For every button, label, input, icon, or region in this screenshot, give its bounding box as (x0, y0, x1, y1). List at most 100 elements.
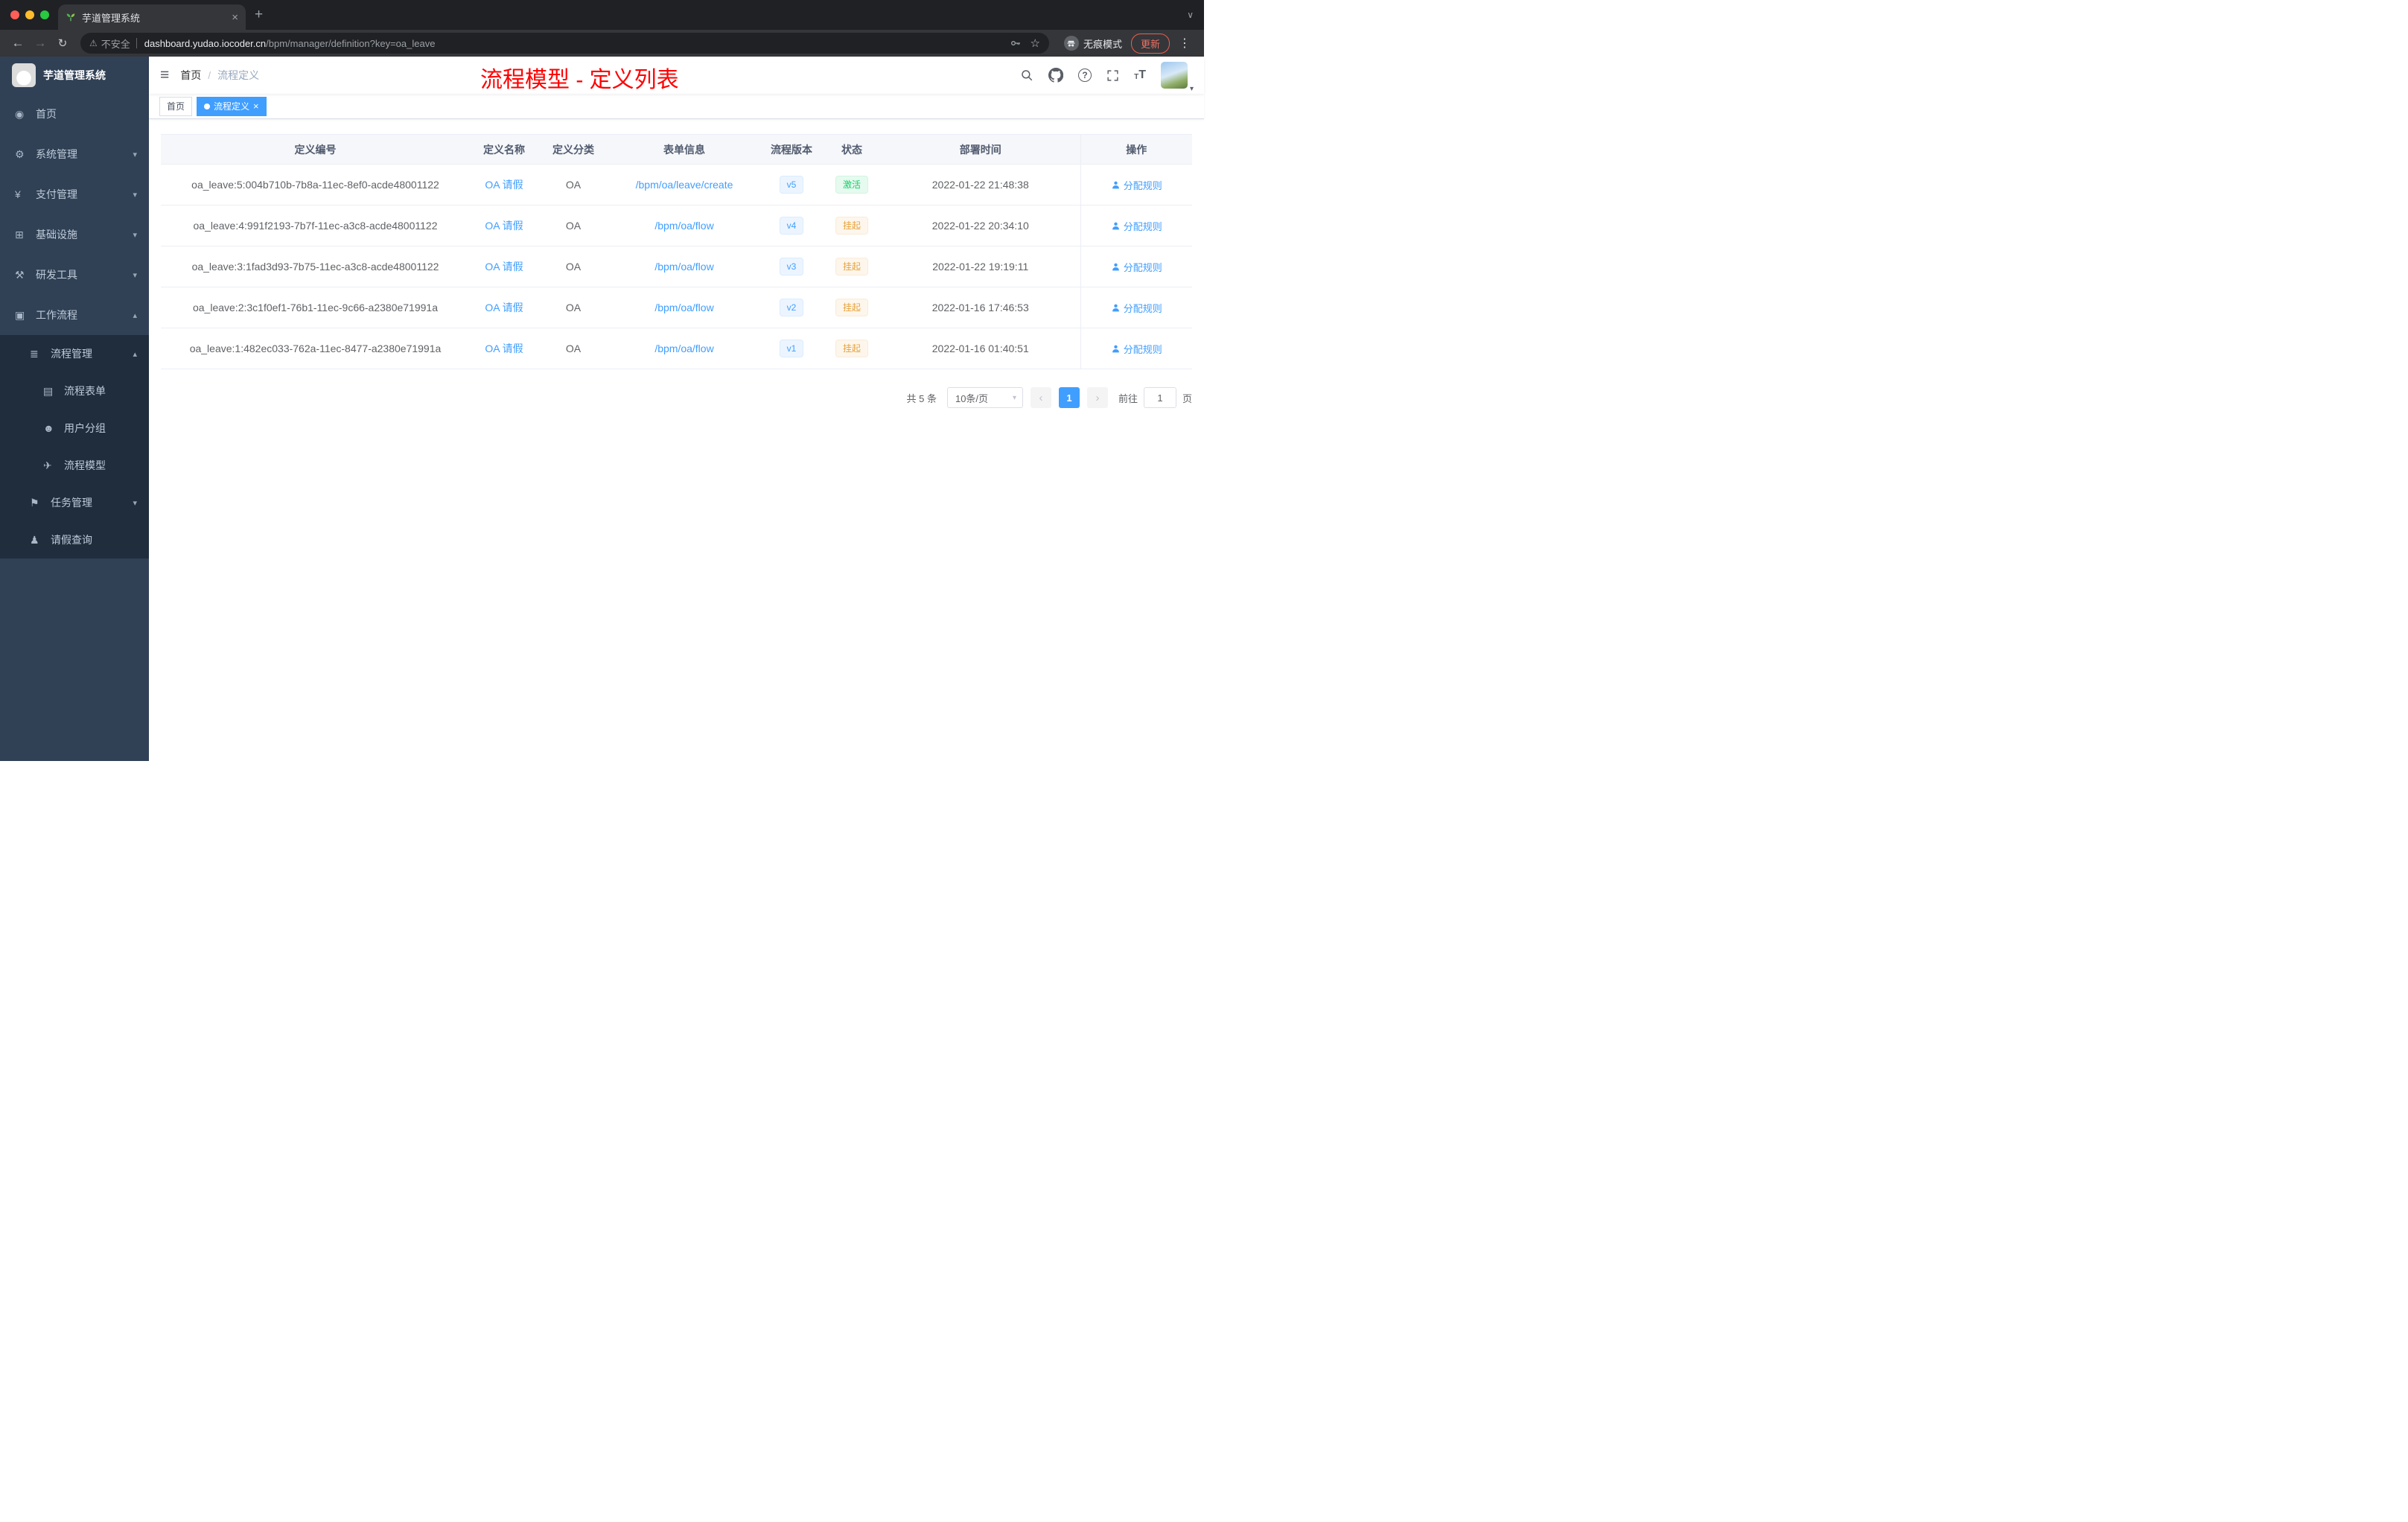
sidebar-item-system-management[interactable]: ⚙ 系统管理 ▾ (0, 134, 149, 174)
assign-rule-link[interactable]: 分配规则 (1111, 342, 1162, 356)
bookmark-star-icon[interactable]: ☆ (1031, 36, 1040, 50)
sidebar-item-label: 任务管理 (51, 497, 92, 509)
url-host: dashboard.yudao.iocoder.cn (144, 37, 267, 49)
definition-table: 定义编号 定义名称 定义分类 表单信息 流程版本 状态 部署时间 操作 oa_l… (161, 134, 1192, 369)
sidebar-item-process-model[interactable]: ✈ 流程模型 (0, 447, 149, 484)
cell-form-info: /bpm/oa/flow (608, 205, 760, 246)
gear-icon: ⚙ (15, 147, 25, 160)
assign-rule-link[interactable]: 分配规则 (1111, 260, 1162, 274)
page-number-button[interactable]: 1 (1058, 387, 1080, 408)
sidebar-item-task-management[interactable]: ⚑ 任务管理 ▾ (0, 484, 149, 521)
chevron-icon: ▾ (133, 230, 137, 240)
sidebar-item-leave-query[interactable]: ♟ 请假查询 (0, 521, 149, 558)
chevron-down-icon: ▾ (1012, 393, 1016, 402)
col-version: 流程版本 (760, 134, 823, 165)
version-badge: v2 (779, 299, 804, 316)
tab-favicon-icon (66, 12, 76, 22)
next-page-button[interactable]: › (1086, 387, 1108, 408)
cell-status: 挂起 (823, 205, 881, 246)
github-icon[interactable] (1048, 68, 1064, 83)
definition-name-link[interactable]: OA 请假 (485, 179, 523, 191)
assign-rule-link[interactable]: 分配规则 (1111, 178, 1162, 192)
tag-current-label: 流程定义 (214, 101, 250, 112)
tab-close-icon[interactable]: × (232, 11, 238, 24)
minimize-window-button[interactable] (25, 10, 34, 19)
status-badge: 激活 (835, 176, 868, 194)
chevron-icon: ▾ (133, 150, 137, 159)
cell-status: 挂起 (823, 328, 881, 369)
sidebar-item-process-form[interactable]: ▤ 流程表单 (0, 372, 149, 410)
assign-rule-link[interactable]: 分配规则 (1111, 219, 1162, 233)
update-browser-button[interactable]: 更新 (1130, 33, 1170, 54)
cell-actions: 分配规则 (1080, 205, 1192, 246)
password-key-icon[interactable] (1010, 37, 1022, 49)
forward-button[interactable]: → (30, 33, 51, 54)
goto-page-input[interactable] (1143, 387, 1176, 408)
sidebar-item-workflow[interactable]: ▣ 工作流程 ▴ (0, 295, 149, 335)
cell-actions: 分配规则 (1080, 287, 1192, 328)
prev-page-button[interactable]: ‹ (1030, 387, 1051, 408)
col-form-info: 表单信息 (608, 134, 760, 165)
chevron-icon: ▴ (133, 311, 137, 320)
app-title: 芋道管理系统 (43, 69, 106, 81)
sidebar-item-label: 请假查询 (51, 534, 92, 546)
version-badge: v5 (779, 176, 804, 194)
cell-actions: 分配规则 (1080, 328, 1192, 369)
tag-close-icon[interactable]: × (253, 101, 259, 112)
sidebar-item-process-management[interactable]: ≣ 流程管理 ▴ (0, 335, 149, 372)
form-info-link[interactable]: /bpm/oa/flow (654, 343, 713, 354)
page-size-select[interactable]: 10条/页 ▾ (946, 387, 1023, 408)
sidebar-item-dev-tools[interactable]: ⚒ 研发工具 ▾ (0, 255, 149, 295)
sidebar-item-payment-management[interactable]: ¥ 支付管理 ▾ (0, 174, 149, 214)
form-info-link[interactable]: /bpm/oa/flow (654, 302, 713, 313)
sidebar-item-home[interactable]: ◉ 首页 (0, 94, 149, 134)
close-window-button[interactable] (10, 10, 19, 19)
table-row: oa_leave:2:3c1f0ef1-76b1-11ec-9c66-a2380… (161, 287, 1192, 328)
search-icon[interactable] (1020, 69, 1033, 82)
status-badge: 挂起 (835, 258, 868, 276)
cell-form-info: /bpm/oa/leave/create (608, 164, 760, 206)
zoom-window-button[interactable] (40, 10, 49, 19)
sidebar-item-infrastructure[interactable]: ⊞ 基础设施 ▾ (0, 214, 149, 255)
breadcrumb-home[interactable]: 首页 (180, 68, 201, 83)
status-badge: 挂起 (835, 340, 868, 357)
definition-name-link[interactable]: OA 请假 (485, 343, 523, 354)
cell-status: 激活 (823, 164, 881, 206)
cell-actions: 分配规则 (1080, 164, 1192, 206)
help-icon[interactable]: ? (1078, 69, 1092, 82)
tag-home[interactable]: 首页 (159, 96, 193, 116)
definition-name-link[interactable]: OA 请假 (485, 220, 523, 232)
sidebar: 芋道管理系统 ◉ 首页 ⚙ 系统管理 ▾ ¥ 支付管理 ▾ ⊞ 基础设施 ▾ ⚒… (0, 57, 149, 761)
definition-name-link[interactable]: OA 请假 (485, 261, 523, 273)
assign-rule-link[interactable]: 分配规则 (1111, 301, 1162, 315)
user-icon (1112, 345, 1119, 352)
cell-definition-id: oa_leave:1:482ec033-762a-11ec-8477-a2380… (161, 328, 470, 369)
fullscreen-icon[interactable] (1106, 69, 1119, 82)
tab-search-chevron-icon[interactable]: ∨ (1176, 10, 1204, 20)
tags-view: 首页 流程定义 × (149, 94, 1204, 119)
new-tab-button[interactable]: + (246, 7, 272, 23)
tag-process-definition[interactable]: 流程定义 × (197, 96, 267, 116)
user-avatar[interactable]: ▾ (1160, 62, 1194, 93)
back-button[interactable]: ← (7, 33, 28, 54)
avatar-caret-icon: ▾ (1189, 85, 1194, 93)
form-info-link[interactable]: /bpm/oa/flow (654, 261, 713, 273)
cell-form-info: /bpm/oa/flow (608, 287, 760, 328)
browser-menu-icon[interactable]: ⋮ (1171, 36, 1197, 51)
reload-button[interactable]: ↻ (52, 33, 73, 54)
omnibox-divider (136, 38, 137, 48)
address-bar[interactable]: ⚠ 不安全 dashboard.yudao.iocoder.cn /bpm/ma… (80, 33, 1049, 54)
browser-tab[interactable]: 芋道管理系统 × (58, 4, 246, 30)
cell-category: OA (538, 246, 608, 287)
sidebar-toggle-icon[interactable]: ≡ (149, 66, 180, 84)
cell-definition-id: oa_leave:2:3c1f0ef1-76b1-11ec-9c66-a2380… (161, 287, 470, 328)
font-size-icon[interactable]: TT (1134, 69, 1146, 81)
logo-avatar (12, 63, 36, 87)
table-row: oa_leave:5:004b710b-7b8a-11ec-8ef0-acde4… (161, 164, 1192, 206)
form-info-link[interactable]: /bpm/oa/flow (654, 220, 713, 232)
sidebar-item-user-group[interactable]: ☻ 用户分组 (0, 410, 149, 447)
definition-name-link[interactable]: OA 请假 (485, 302, 523, 313)
cell-definition-id: oa_leave:4:991f2193-7b7f-11ec-a3c8-acde4… (161, 205, 470, 246)
form-info-link[interactable]: /bpm/oa/leave/create (636, 179, 733, 191)
cell-definition-name: OA 请假 (470, 164, 538, 206)
